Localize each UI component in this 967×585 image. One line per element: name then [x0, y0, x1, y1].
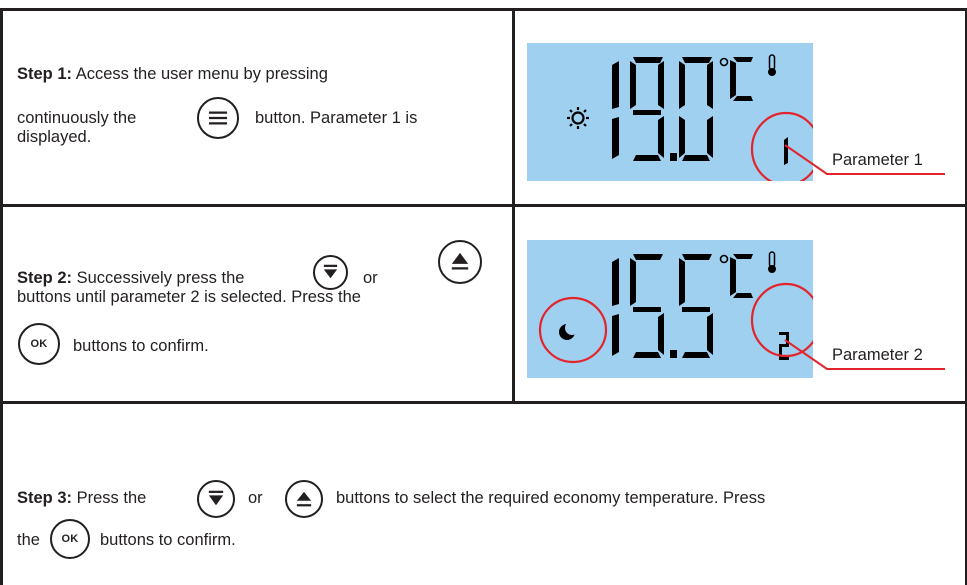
step1-text-2a: continuously the — [17, 109, 137, 127]
thermometer-icon — [768, 54, 776, 76]
lcd-1-segments — [567, 54, 813, 181]
step3-text-or: or — [248, 489, 263, 507]
step2-line3: buttons to confirm. — [73, 336, 209, 357]
step2-line1: Step 2: Successively press the — [17, 268, 244, 289]
step3-text-2a: the — [17, 531, 40, 549]
step3-line2a: the — [17, 530, 40, 551]
celsius-symbol — [719, 254, 753, 298]
step3-text-1c: buttons to select the required economy t… — [336, 489, 766, 507]
step3-text-2b: buttons to confirm. — [100, 531, 236, 549]
ok-button-label: OK — [30, 338, 48, 350]
ok-button-step2[interactable]: OK — [18, 323, 60, 365]
step2-or: or — [363, 268, 378, 289]
step1-text-3: displayed. — [17, 128, 92, 146]
ok-button-step3[interactable]: OK — [50, 519, 90, 559]
step2-text-3: buttons to confirm. — [73, 337, 209, 355]
step2-text-2: buttons until parameter 2 is selected. P… — [17, 288, 361, 306]
step3-line1c: buttons to select the required economy t… — [336, 488, 765, 509]
lcd-display-1 — [527, 43, 813, 181]
temp-digit-1 — [612, 61, 619, 159]
arrow-down-icon — [323, 264, 338, 279]
celsius-symbol — [719, 57, 753, 101]
step3-or: or — [248, 488, 263, 509]
thermometer-icon — [768, 251, 776, 273]
up-button-step3[interactable] — [285, 480, 323, 518]
down-button-step3[interactable] — [197, 480, 235, 518]
arrow-up-icon — [451, 252, 469, 270]
menu-button[interactable] — [197, 97, 239, 139]
step3-line2b: buttons to confirm. — [100, 530, 236, 551]
temp-digit-9 — [630, 57, 664, 161]
table-border-middle — [512, 8, 515, 403]
table-border-left — [0, 8, 3, 585]
down-button[interactable] — [313, 255, 348, 290]
sun-icon — [567, 107, 589, 129]
table-border-top — [0, 8, 967, 11]
step1-line2b: button. Parameter 1 is — [255, 108, 417, 129]
step2-text-1a: Successively press the — [76, 269, 245, 287]
menu-lines-icon — [208, 111, 228, 125]
step3-title: Step 3: — [17, 489, 73, 507]
step1-line1: Step 1: Access the user menu by pressing — [17, 64, 328, 85]
table-border-row1 — [0, 204, 967, 207]
step3-text-1a: Press the — [76, 489, 147, 507]
step1-text-1: Access the user menu by pressing — [75, 65, 328, 83]
temp-decimal-point — [670, 153, 677, 161]
arrow-up-icon — [296, 491, 312, 507]
step1-title: Step 1: — [17, 65, 73, 83]
up-button[interactable] — [438, 240, 482, 284]
arrow-down-icon — [208, 490, 224, 506]
step1-line2a: continuously the — [17, 108, 136, 129]
table-border-row2 — [0, 401, 967, 404]
ok-button-label: OK — [61, 533, 79, 545]
step2-line2: buttons until parameter 2 is selected. P… — [17, 287, 361, 308]
temp-decimal-point — [670, 350, 677, 358]
moon-highlight-circle — [538, 296, 608, 364]
step2-title: Step 2: — [17, 269, 73, 287]
step1-text-2b: button. Parameter 1 is — [255, 109, 418, 127]
temp-digit-0 — [679, 57, 713, 161]
temp-digit-5 — [630, 254, 664, 358]
step2-text-or: or — [363, 269, 378, 287]
callout-label-2: Parameter 2 — [832, 346, 923, 364]
step1-line3: displayed. — [17, 127, 91, 148]
temp-digit-5b — [679, 254, 713, 358]
step3-line1a: Step 3: Press the — [17, 488, 146, 509]
callout-label-1: Parameter 1 — [832, 151, 923, 169]
